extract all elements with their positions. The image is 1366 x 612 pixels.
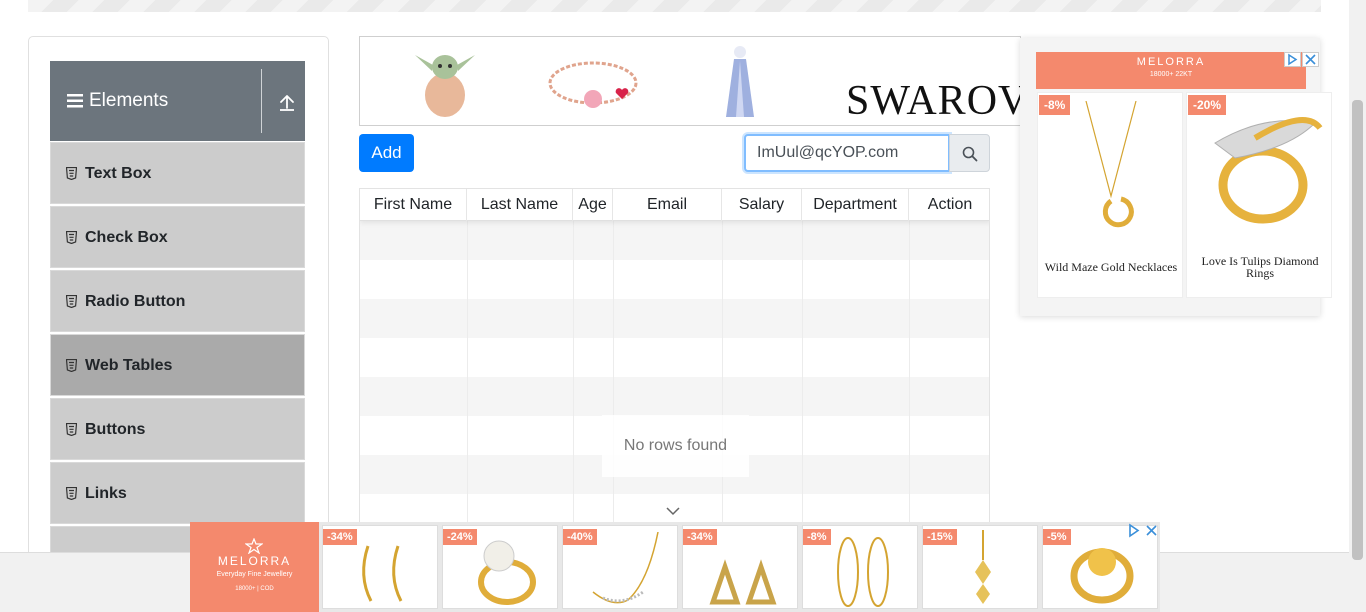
melorra-logo-icon	[245, 538, 263, 554]
discount-badge: -15%	[923, 529, 957, 545]
scrollbar-thumb[interactable]	[1352, 100, 1363, 560]
column-divider	[722, 221, 723, 527]
html-file-icon	[66, 295, 77, 308]
adchoices-button[interactable]	[1284, 52, 1301, 67]
table-header: First Name Last Name Age Email Salary De…	[360, 189, 989, 221]
pearl-ring-image	[478, 540, 536, 605]
table-row	[360, 377, 989, 416]
header-divider	[261, 69, 262, 133]
ad-brand-bar: MELORRA 18000+ 22KT	[1036, 52, 1306, 89]
sidebar-item-text-box[interactable]: Text Box	[50, 142, 305, 204]
search-input[interactable]	[744, 134, 950, 172]
ad-product-tile[interactable]: -40%	[562, 525, 678, 609]
top-decorative-strip	[28, 0, 1321, 12]
flower-ring-image	[1070, 548, 1134, 604]
banner-brand-text: SWAROVS	[846, 78, 1020, 124]
column-header-last-name[interactable]: Last Name	[467, 189, 573, 221]
sidebar-item-links[interactable]: Links	[50, 462, 305, 524]
column-header-action[interactable]: Action	[909, 189, 989, 221]
sidebar-item-buttons[interactable]: Buttons	[50, 398, 305, 460]
drop-earrings-image	[709, 559, 777, 605]
pendant-image	[975, 530, 991, 604]
column-header-first-name[interactable]: First Name	[360, 189, 467, 221]
ad-product-tile[interactable]: -34%	[322, 525, 438, 609]
column-header-age[interactable]: Age	[573, 189, 613, 221]
sidebar-item-web-tables[interactable]: Web Tables	[50, 334, 305, 396]
sidebar-item-label: Buttons	[85, 421, 146, 438]
no-rows-message: No rows found	[602, 415, 749, 477]
ad-product-name: Wild Maze Gold Necklaces	[1044, 260, 1178, 274]
hoop-earrings-image	[837, 537, 889, 607]
ad-close-icon[interactable]	[1144, 523, 1159, 538]
table-row	[360, 260, 989, 299]
html-file-icon	[66, 167, 77, 180]
collapse-up-icon[interactable]	[278, 94, 296, 112]
search-box	[744, 134, 990, 172]
html-file-icon	[66, 231, 77, 244]
ring-image	[1214, 117, 1323, 224]
adchoices-icon[interactable]	[1126, 523, 1142, 538]
hamburger-icon	[67, 94, 83, 108]
ad-tagline: Everyday Fine Jewellery	[216, 571, 293, 578]
html-file-icon	[66, 487, 77, 500]
ad-brand-name: MELORRA	[217, 554, 292, 568]
sidebar-item-check-box[interactable]: Check Box	[50, 206, 305, 268]
ad-product-tile[interactable]: -34%	[682, 525, 798, 609]
web-table: First Name Last Name Age Email Salary De…	[359, 188, 990, 528]
search-button[interactable]	[949, 134, 990, 172]
swarovski-ad-banner[interactable]: SWAROVS	[359, 36, 1021, 126]
column-header-email[interactable]: Email	[613, 189, 722, 221]
necklace-image	[1085, 101, 1137, 228]
ad-brand-sub: 18000+ 22KT	[1149, 71, 1193, 78]
html-file-icon	[66, 423, 77, 436]
column-divider	[909, 221, 910, 527]
column-header-salary[interactable]: Salary	[722, 189, 802, 221]
column-divider	[802, 221, 803, 527]
column-divider	[467, 221, 468, 527]
sidebar-item-label: Text Box	[85, 165, 152, 182]
table-row	[360, 338, 989, 377]
sidebar-item-label: Radio Button	[85, 293, 186, 310]
melorra-side-ad[interactable]: MELORRA 18000+ 22KT -8% Wild Maze Gold N…	[1020, 38, 1332, 316]
melorra-bottom-ad[interactable]: MELORRA Everyday Fine Jewellery 18000+ |…	[190, 522, 1160, 612]
ad-product-name: Love Is Tulips Diamond Rings	[1201, 254, 1319, 280]
ad-close-button[interactable]	[1302, 52, 1319, 67]
chevron-down-icon[interactable]	[666, 507, 680, 516]
search-icon	[962, 146, 978, 162]
group-title: Elements	[89, 90, 169, 111]
sidebar-item-label: Check Box	[85, 229, 168, 246]
princess-figurine-image	[726, 46, 754, 117]
table-row	[360, 221, 989, 260]
adchoices-icon	[1288, 53, 1298, 66]
sidebar-item-label: Links	[85, 485, 127, 502]
page-scrollbar[interactable]	[1349, 0, 1366, 612]
ad-product-card[interactable]: -8% Wild Maze Gold Necklaces	[1037, 92, 1183, 298]
add-record-button[interactable]: Add	[359, 134, 414, 172]
ad-product-tile[interactable]: -8%	[802, 525, 918, 609]
adchoices-close-icon	[1305, 54, 1316, 65]
bracelet-image	[548, 61, 638, 108]
sidebar-item-label: Web Tables	[85, 357, 173, 374]
discount-badge: -8%	[1039, 95, 1071, 115]
discount-badge: -34%	[323, 529, 357, 545]
ad-product-tile[interactable]: -15%	[922, 525, 1038, 609]
ad-brand-panel: MELORRA Everyday Fine Jewellery 18000+ |…	[190, 522, 319, 612]
table-row	[360, 299, 989, 338]
ad-brand-name: MELORRA	[1136, 56, 1206, 68]
ad-product-card[interactable]: -20% Love Is Tulips Diamond Rings	[1186, 92, 1332, 298]
sidebar-item-radio-button[interactable]: Radio Button	[50, 270, 305, 332]
ad-stats: 18000+ | COD	[235, 586, 274, 592]
chain-necklace-image	[592, 532, 659, 604]
ad-product-tile[interactable]: -24%	[442, 525, 558, 609]
elements-group-header[interactable]: Elements	[50, 61, 305, 141]
figurine-image	[415, 55, 475, 117]
column-divider	[573, 221, 574, 527]
column-header-department[interactable]: Department	[802, 189, 909, 221]
earrings-image	[362, 545, 403, 602]
html-file-icon	[66, 359, 77, 372]
column-divider	[613, 221, 614, 527]
